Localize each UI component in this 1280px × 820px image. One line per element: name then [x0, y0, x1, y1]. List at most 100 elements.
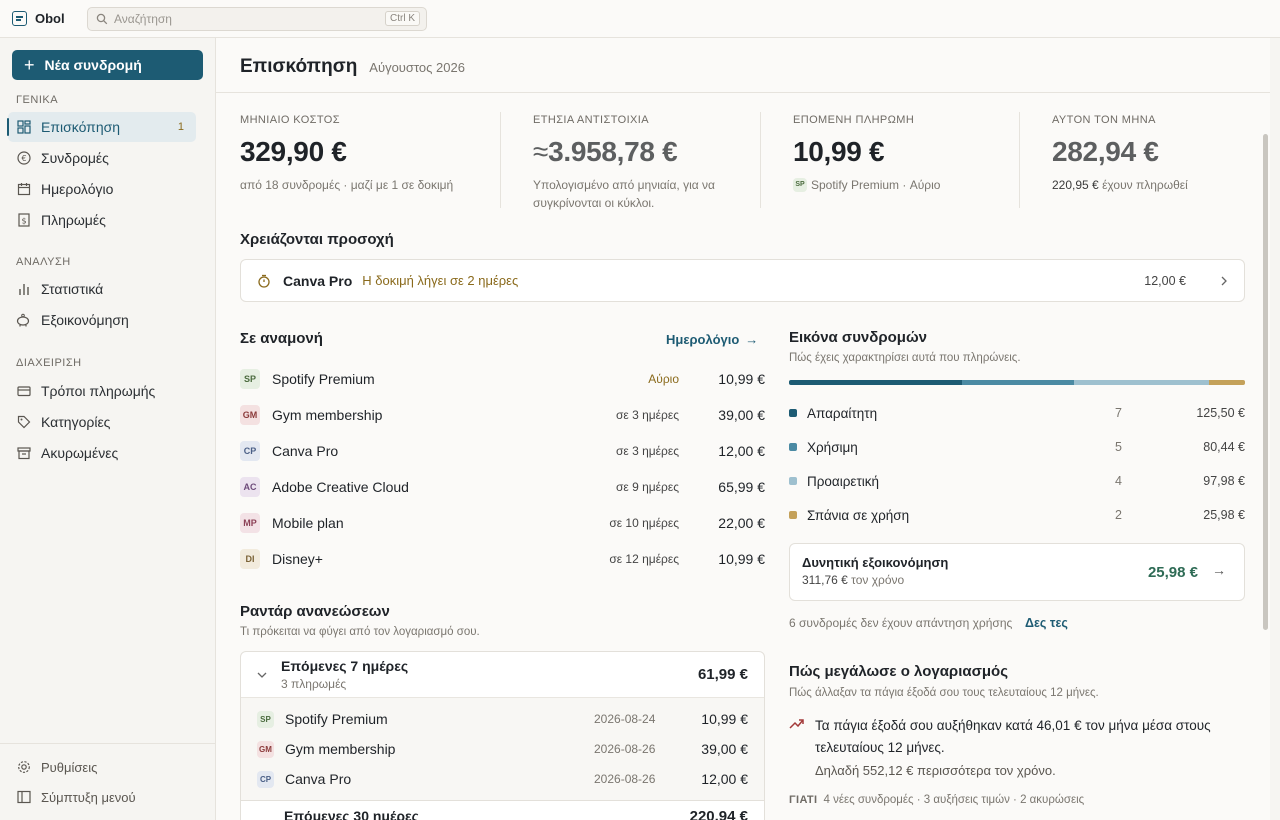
kpi-value: 282,94 € [1052, 136, 1159, 167]
potential-savings-card[interactable]: Δυνητική εξοικονόμηση 311,76 € τον χρόνο… [789, 543, 1245, 601]
radar-title: Ραντάρ ανανεώσεων [240, 603, 390, 620]
page-header: Επισκόπηση Αύγουστος 2026 [216, 38, 1270, 93]
attention-item-amount: 12,00 € [1144, 273, 1186, 288]
radar-group-7-days[interactable]: Επόμενες 7 ημέρες 3 πληρωμές 61,99 € [241, 652, 764, 698]
svg-text:€: € [21, 154, 26, 163]
upcoming-when: σε 12 ημέρες [609, 552, 679, 566]
search-icon [96, 13, 108, 24]
savings-period: τον χρόνο [851, 573, 905, 587]
upcoming-row[interactable]: CP Canva Pro σε 3 ημέρες 12,00 € [240, 433, 765, 469]
brand[interactable]: Obol [0, 11, 87, 26]
arrow-right-icon: → [1212, 562, 1226, 578]
calendar-link-label: Ημερολόγιο [666, 332, 740, 347]
attention-badge: 1 [177, 121, 184, 133]
sidebar-item-categories[interactable]: Κατηγορίες [8, 407, 196, 437]
sidebar-item-overview[interactable]: Επισκόπηση 1 [7, 112, 196, 142]
category-row[interactable]: Απαραίτητη 7 125,50 € [789, 396, 1245, 430]
radar-group-total: 61,99 € [697, 666, 748, 683]
kpi-note: SP Spotify Premium · Αύριο [793, 176, 1003, 194]
sidebar-item-payment-methods[interactable]: Τρόποι πληρωμής [8, 376, 196, 406]
avatar: CP [240, 441, 260, 461]
sidebar-item-payments[interactable]: $ Πληρωμές [8, 205, 196, 235]
kpi-next-payment: ΕΠΟΜΕΝΗ ΠΛΗΡΩΜΗ 10,99 € SP Spotify Premi… [760, 112, 1019, 208]
category-row[interactable]: Προαιρετική 4 97,98 € [789, 464, 1245, 498]
radar-row-date: 2026-08-26 [594, 742, 656, 756]
category-swatch [789, 409, 797, 417]
radar-group-title: Επόμενες 30 ημέρες [284, 808, 419, 820]
sidebar-item-subscriptions[interactable]: € Συνδρομές [8, 143, 196, 173]
sidebar-item-label: Εξοικονόμηση [41, 312, 129, 328]
top-bar: Obol Αναζήτηση Ctrl K [0, 0, 1280, 38]
upcoming-row[interactable]: SP Spotify Premium Αύριο 10,99 € [240, 361, 765, 397]
upcoming-amount: 22,00 € [718, 515, 765, 531]
kpi-value: 10,99 € [793, 136, 885, 167]
kpi-label: ΜΗΝΙΑΙΟ ΚΟΣΤΟΣ [240, 114, 340, 126]
category-row[interactable]: Σπάνια σε χρήση 2 25,98 € [789, 498, 1245, 532]
radar-group-30-days[interactable]: Επόμενες 30 ημέρες 220,94 € [241, 801, 764, 820]
category-count: 5 [1115, 440, 1122, 454]
sidebar-item-calendar[interactable]: Ημερολόγιο [8, 174, 196, 204]
bar-chart-icon [16, 282, 31, 297]
radar-row-name: Canva Pro [285, 771, 352, 787]
sidebar-item-label: Πληρωμές [41, 212, 106, 228]
sidebar-item-settings[interactable]: Ρυθμίσεις [8, 752, 196, 782]
savings-amount: 25,98 € [1147, 564, 1198, 581]
upcoming-row[interactable]: DI Disney+ σε 12 ημέρες 10,99 € [240, 541, 765, 577]
why-items: 4 νέες συνδρομές · 3 αυξήσεις τιμών · 2 … [823, 794, 1085, 806]
upcoming-when: σε 10 ημέρες [609, 516, 679, 530]
avatar: DI [240, 549, 260, 569]
calendar-icon [16, 182, 31, 197]
paid-amount: 220,95 € [1052, 178, 1099, 192]
sidebar-item-cancelled[interactable]: Ακυρωμένες [8, 438, 196, 468]
search-input[interactable]: Αναζήτηση Ctrl K [87, 6, 427, 31]
category-amount: 125,50 € [1196, 406, 1245, 420]
category-amount: 80,44 € [1203, 440, 1245, 454]
category-name: Απαραίτητη [807, 405, 878, 421]
radar-group-rows: SP Spotify Premium 2026-08-24 10,99 € GM Gym … [241, 698, 764, 801]
page-title: Επισκόπηση [240, 56, 358, 77]
radar-row[interactable]: CP Canva Pro 2026-08-26 12,00 € [241, 764, 764, 794]
upcoming-name: Mobile plan [272, 515, 344, 531]
sidebar-collapse-button[interactable]: Σύμπτυξη μενού [8, 782, 196, 812]
sidebar: + Νέα συνδρομή ΓΕΝΙΚΑ Επισκόπηση 1 € Συν… [0, 38, 216, 820]
upcoming-row[interactable]: MP Mobile plan σε 10 ημέρες 22,00 € [240, 505, 765, 541]
svg-text:$: $ [21, 217, 26, 226]
attention-card[interactable]: Canva Pro Η δοκιμή λήγει σε 2 ημέρες 12,… [240, 259, 1245, 302]
new-subscription-button[interactable]: + Νέα συνδρομή [12, 50, 203, 80]
sidebar-item-label: Επισκόπηση [41, 119, 121, 135]
radar-row-name: Gym membership [285, 741, 396, 757]
radar-group-total: 220,94 € [689, 807, 748, 820]
category-segment [1074, 380, 1210, 385]
main-scrollbar[interactable] [1263, 134, 1268, 630]
category-swatch [789, 477, 797, 485]
sidebar-item-label: Στατιστικά [41, 281, 104, 297]
page-period: Αύγουστος 2026 [369, 60, 465, 75]
category-row[interactable]: Χρήσιμη 5 80,44 € [789, 430, 1245, 464]
category-swatch [789, 443, 797, 451]
upcoming-row[interactable]: AC Adobe Creative Cloud σε 9 ημέρες 65,99 € [240, 469, 765, 505]
approx-sign: ≈ [533, 136, 549, 167]
tag-icon [16, 415, 31, 430]
see-unused-link[interactable]: Δες τες [1025, 616, 1068, 630]
sidebar-item-statistics[interactable]: Στατιστικά [8, 274, 196, 304]
renewal-radar: Επόμενες 7 ημέρες 3 πληρωμές 61,99 € SP S… [240, 651, 765, 820]
kpi-note: Υπολογισμένο από μηνιαία, για να συγκρίν… [533, 178, 715, 210]
category-amount: 25,98 € [1203, 508, 1245, 522]
attention-title: Χρειάζονται προσοχή [240, 231, 394, 248]
nav-section-management: ΔΙΑΧΕΙΡΙΣΗ [16, 357, 82, 369]
sidebar-item-savings[interactable]: Εξοικονόμηση [8, 305, 196, 335]
radar-row[interactable]: GM Gym membership 2026-08-26 39,00 € [241, 734, 764, 764]
radar-row[interactable]: SP Spotify Premium 2026-08-24 10,99 € [241, 704, 764, 734]
arrow-right-icon: → [745, 332, 759, 347]
upcoming-row[interactable]: GM Gym membership σε 3 ημέρες 39,00 € [240, 397, 765, 433]
upcoming-when: σε 3 ημέρες [616, 444, 679, 458]
next-payment-detail: Spotify Premium · Αύριο [811, 178, 941, 192]
dashboard-icon [16, 120, 31, 135]
upcoming-name: Gym membership [272, 407, 383, 423]
attention-item-message: Η δοκιμή λήγει σε 2 ημέρες [362, 273, 519, 288]
kpi-label: ΑΥΤΟΝ ΤΟΝ ΜΗΝΑ [1052, 114, 1156, 126]
kpi-this-month: ΑΥΤΟΝ ΤΟΝ ΜΗΝΑ 282,94 € 220,95 € έχουν π… [1019, 112, 1245, 208]
calendar-link[interactable]: Ημερολόγιο → [666, 332, 758, 347]
sidebar-item-label: Τρόποι πληρωμής [41, 383, 156, 399]
growth-title: Πώς μεγάλωσε ο λογαριασμός [789, 663, 1008, 680]
